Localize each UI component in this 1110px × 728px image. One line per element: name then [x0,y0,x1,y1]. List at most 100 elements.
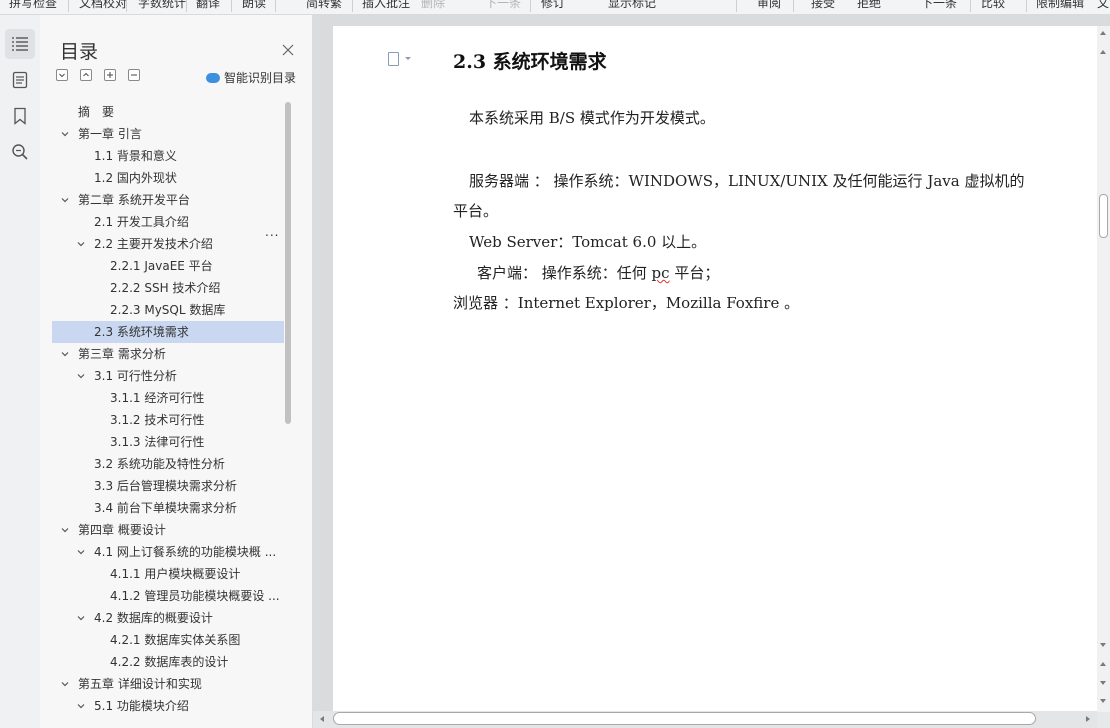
bookmark-panel-icon[interactable] [5,101,35,131]
paragraph-browser: 浏览器 ：Internet Explorer，Mozilla Foxfire 。 [453,294,800,312]
toolbar-item[interactable]: 拒绝 [857,0,881,11]
toolbar-separator [186,0,187,12]
toolbar-item[interactable]: 接受 [811,0,835,11]
toc-item[interactable]: 3.1 可行性分析 [52,365,284,387]
toc-item-label: 摘 要 [78,105,115,119]
spellcheck-word[interactable]: pc [652,264,670,282]
toc-item-label: 5.1 功能模块介绍 [94,699,189,713]
toc-item[interactable]: 第五章 详细设计和实现 [52,673,284,695]
vertical-scrollbar-thumb[interactable] [1099,194,1108,238]
chevron-down-icon[interactable] [77,702,85,710]
scroll-right-arrow-icon[interactable] [1086,716,1090,722]
toolbar-item[interactable]: 修订 [541,0,565,11]
toolbar-item[interactable]: 比较 [981,0,1005,11]
paragraph-webserver: Web Server：Tomcat 6.0 以上。 [469,233,707,251]
client-text-a: 客户端： 操作系统：任何 [477,264,652,282]
next-page-icon[interactable] [1100,681,1106,685]
prev-page-icon[interactable] [1100,662,1106,666]
toolbar-item[interactable]: 简转繁 [306,0,342,11]
toolbar-item[interactable]: 朗读 [242,0,266,11]
toc-panel: 目录 智能识别目录 摘 要第一章 引言 1.1 背景和意义 1.2 国内外现状 第二章… [40,15,313,728]
toc-item[interactable]: 3.3 后台管理模块需求分析 [52,475,284,497]
toc-item[interactable]: 第一章 引言 [52,123,284,145]
toolbar-separator [530,0,531,12]
toolbar-item[interactable]: 审阅 [757,0,781,11]
collapse-all-icon[interactable] [56,69,68,81]
close-icon[interactable] [281,42,295,56]
toc-item[interactable]: 2.1 开发工具介绍 [52,211,284,233]
toolbar-item[interactable]: 文 [1097,0,1109,11]
toolbar-item[interactable]: 插入批注 [362,0,410,11]
toc-item[interactable]: 3.4 前台下单模块需求分析 [52,497,284,519]
scroll-up-arrow-icon[interactable] [1100,31,1106,35]
chevron-down-icon[interactable] [77,614,85,622]
toc-item[interactable]: 4.2 数据库的概要设计 [52,607,284,629]
toc-item-label: 4.2 数据库的概要设计 [94,611,213,625]
toc-item[interactable]: 4.2.1 数据库实体关系图 [52,629,284,651]
chevron-down-icon[interactable] [405,57,411,60]
toc-item[interactable]: 2.2.2 SSH 技术介绍 [52,277,284,299]
toc-item[interactable]: 4.1.1 用户模块概要设计 [52,563,284,585]
toolbar-item[interactable]: 文档校对 [79,0,127,11]
toolbar-item[interactable]: 拼写检查 [9,0,57,11]
page-up-icon[interactable] [1100,50,1106,54]
toc-item-label: 2.1 开发工具介绍 [94,215,189,229]
toolbar-item[interactable]: 显示标记 [608,0,656,11]
expand-all-icon[interactable] [80,69,92,81]
toc-item[interactable]: 2.2.1 JavaEE 平台 [52,255,284,277]
toc-item[interactable]: 3.2 系统功能及特性分析 [52,453,284,475]
toc-item-label: 第二章 系统开发平台 [78,193,190,207]
toc-item-more-button[interactable]: ... [265,225,279,239]
chevron-down-icon[interactable] [61,130,69,138]
toc-panel-icon[interactable] [5,29,35,59]
chevron-down-icon[interactable] [77,372,85,380]
toc-item[interactable]: 3.1.2 技术可行性 [52,409,284,431]
document-page[interactable] [333,26,1097,712]
chevron-down-icon[interactable] [77,240,85,248]
toc-item[interactable]: 4.1 网上订餐系统的功能模块概 ... [52,541,284,563]
toc-item[interactable]: 3.1.3 法律可行性 [52,431,284,453]
paragraph-handle-icon[interactable] [388,52,399,66]
toc-item[interactable]: 4.2.2 数据库表的设计 [52,651,284,673]
toolbar-item[interactable]: 字数统计 [138,0,186,11]
paragraph-client: 客户端： 操作系统：任何 pc 平台； [477,262,719,283]
toc-item-label: 4.1.2 管理员功能模块概要设 ... [110,589,280,603]
toc-item[interactable]: 2.2 主要开发技术介绍 [52,233,284,255]
toolbar-item[interactable]: 删除 [421,0,445,11]
chevron-down-icon[interactable] [77,548,85,556]
toc-item[interactable]: 第三章 需求分析 [52,343,284,365]
toolbar-item[interactable]: 限制编辑 [1036,0,1084,11]
toc-item-label: 第三章 需求分析 [78,347,166,361]
toc-scrollbar-thumb[interactable] [285,102,291,424]
horizontal-scrollbar[interactable] [313,711,1097,728]
toc-item[interactable]: 摘 要 [52,101,284,123]
toc-item[interactable]: 4.1.2 管理员功能模块概要设 ... [52,585,284,607]
chevron-down-icon[interactable] [61,526,69,534]
toolbar-item[interactable]: 下一条 [921,0,957,11]
toc-item-label: 4.1 网上订餐系统的功能模块概 ... [94,545,277,559]
outline-panel-icon[interactable] [5,65,35,95]
paragraph-mode: 本系统采用 B/S 模式作为开发模式。 [469,109,715,127]
scroll-down-arrow-icon[interactable] [1100,699,1106,703]
toc-item[interactable]: 第二章 系统开发平台 [52,189,284,211]
toc-item[interactable]: 2.3 系统环境需求 [52,321,284,343]
toc-item[interactable]: 5.1 功能模块介绍 [52,695,284,713]
chevron-down-icon[interactable] [61,196,69,204]
add-heading-icon[interactable] [104,69,116,81]
toc-item[interactable]: 3.1.1 经济可行性 [52,387,284,409]
horizontal-scrollbar-thumb[interactable] [333,712,1036,725]
toolbar-item[interactable]: 翻译 [196,0,220,11]
toc-item[interactable]: 1.1 背景和意义 [52,145,284,167]
page-down-icon[interactable] [1100,643,1106,647]
toc-item[interactable]: 第四章 概要设计 [52,519,284,541]
toolbar-item[interactable]: 下一条 [485,0,521,11]
chevron-down-icon[interactable] [61,350,69,358]
toc-item[interactable]: 2.2.3 MySQL 数据库 [52,299,284,321]
toc-item[interactable]: 1.2 国内外现状 [52,167,284,189]
scroll-left-arrow-icon[interactable] [320,716,324,722]
chevron-down-icon[interactable] [61,680,69,688]
vertical-scrollbar[interactable] [1097,26,1110,712]
find-panel-icon[interactable] [5,137,35,167]
smart-detect-toc-button[interactable]: 智能识别目录 [206,69,296,86]
remove-heading-icon[interactable] [128,69,140,81]
